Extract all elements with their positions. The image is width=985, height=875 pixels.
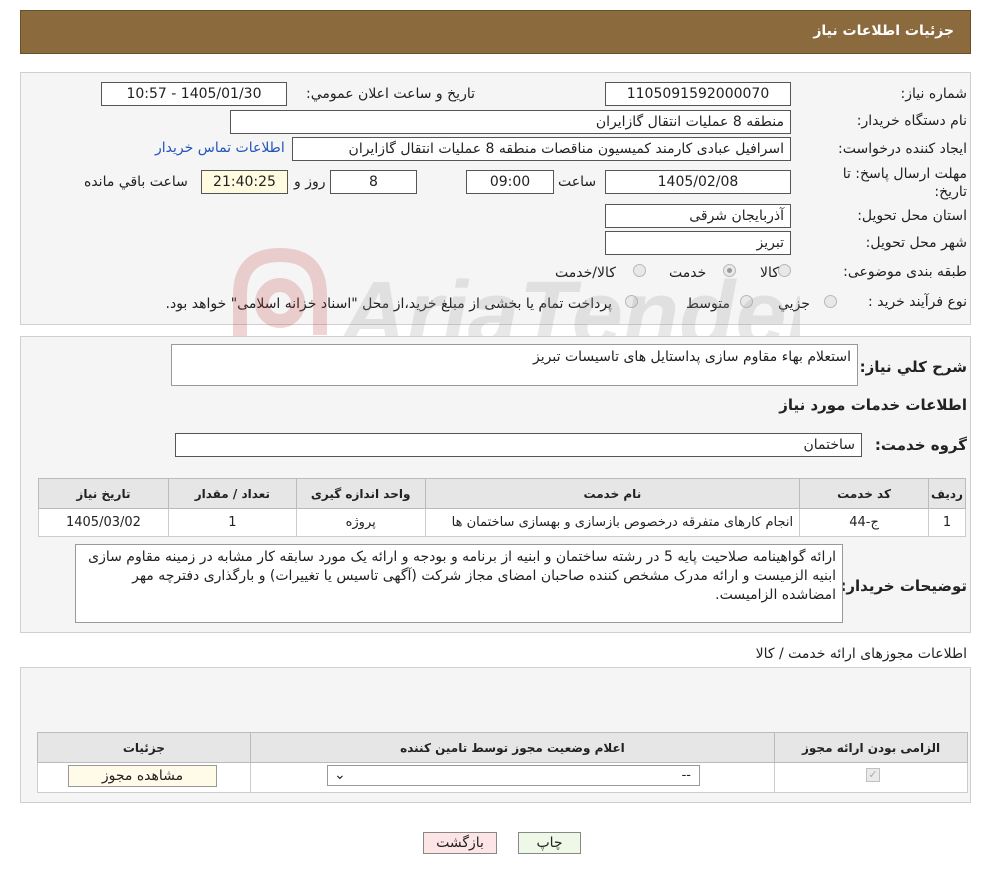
days-field: 8 <box>330 170 417 194</box>
category-radio-goods[interactable] <box>778 264 791 277</box>
creator-field: اسرافيل عبادی کارمند کمیسیون مناقصات منط… <box>292 137 791 161</box>
remaining-time-label: ساعت باقي مانده <box>84 174 188 190</box>
category-option-goods: کالا <box>760 265 779 281</box>
buyer-notes-text: ارائه گواهینامه صلاحیت پایه 5 در رشته سا… <box>88 549 836 603</box>
permit-status-select[interactable]: ⌄ -- <box>327 765 700 786</box>
need-number-label: شماره نیاز: <box>900 86 968 102</box>
summary-label: شرح کلي نياز: <box>859 358 967 376</box>
buyer-notes-textarea[interactable]: ارائه گواهینامه صلاحیت پایه 5 در رشته سا… <box>75 544 843 623</box>
cell-need-date: 1405/03/02 <box>38 508 169 537</box>
header-row: رديف <box>927 478 967 509</box>
services-table: تاريخ نياز تعداد / مقدار واحد اندازه گير… <box>38 478 967 537</box>
category-option-goods-service: کالا/خدمت <box>555 265 616 281</box>
category-option-service: خدمت <box>669 265 707 281</box>
permit-status-value: -- <box>681 768 691 783</box>
days-label: روز و <box>294 174 326 190</box>
page-header: جزئیات اطلاعات نیاز <box>20 10 971 54</box>
header-unit: واحد اندازه گيری <box>295 478 426 509</box>
remaining-time-field: 21:40:25 <box>201 170 288 194</box>
process-radio-minor[interactable] <box>824 295 837 308</box>
category-radio-goods-service[interactable] <box>633 264 646 277</box>
permit-required-checkbox[interactable]: ✓ <box>866 768 880 782</box>
header-permit-required: الزامی بودن ارائه مجوز <box>774 732 968 763</box>
province-label: استان محل تحويل: <box>857 208 967 224</box>
category-radio-service[interactable] <box>723 264 736 277</box>
buyer-notes-label: توضيحات خريدار: <box>840 577 967 595</box>
process-option-minor: جزيي <box>778 296 810 312</box>
page-title: جزئیات اطلاعات نیاز <box>813 23 954 39</box>
cell-service-name: انجام کارهای متفرقه درخصوص بازسازی و بهس… <box>424 508 801 537</box>
summary-text: استعلام بهاء مقاوم سازی پداستایل های تاس… <box>533 349 851 365</box>
header-service-code: کد خدمت <box>799 478 929 509</box>
view-permit-button[interactable]: مشاهده مجوز <box>68 765 217 787</box>
chevron-down-icon: ⌄ <box>334 767 346 783</box>
header-need-date: تاريخ نياز <box>38 478 169 509</box>
cell-quantity: 1 <box>167 508 297 537</box>
summary-textarea[interactable]: استعلام بهاء مقاوم سازی پداستایل های تاس… <box>171 344 858 386</box>
service-group-field: ساختمان <box>175 433 862 457</box>
cell-service-code: ج-44 <box>799 508 929 537</box>
treasury-payment-note: پرداخت تمام یا بخشی از مبلغ خرید،از محل … <box>165 296 612 312</box>
deadline-time-label: ساعت <box>558 174 597 190</box>
process-type-label: نوع فرآيند خريد : <box>868 294 967 310</box>
services-heading: اطلاعات خدمات مورد نياز <box>779 396 967 414</box>
cell-unit: پروژه <box>295 508 426 537</box>
header-details: جزئیات <box>37 732 251 763</box>
header-quantity: تعداد / مقدار <box>167 478 297 509</box>
print-button[interactable]: چاپ <box>518 832 581 854</box>
announce-date-field: 1405/01/30 - 10:57 <box>101 82 287 106</box>
service-group-label: گروه خدمت: <box>874 436 967 454</box>
permits-heading: اطلاعات مجوزهای ارائه خدمت / کالا <box>755 646 967 662</box>
deadline-date-field: 1405/02/08 <box>605 170 791 194</box>
city-field: تبریز <box>605 231 791 255</box>
creator-label: ايجاد کننده درخواست: <box>838 141 967 157</box>
treasury-radio[interactable] <box>625 295 638 308</box>
announce-date-label: تاریخ و ساعت اعلان عمومي: <box>306 86 475 102</box>
process-radio-medium[interactable] <box>740 295 753 308</box>
header-service-name: نام خدمت <box>424 478 801 509</box>
need-number-field: 1105091592000070 <box>605 82 791 106</box>
buyer-contact-link[interactable]: اطلاعات تماس خریدار <box>155 140 285 156</box>
deadline-time-field: 09:00 <box>466 170 554 194</box>
back-button[interactable]: بازگشت <box>423 832 497 854</box>
header-permit-status: اعلام وضعیت مجوز توسط تامین کننده <box>249 732 776 763</box>
buyer-label: نام دستگاه خريدار: <box>856 113 967 129</box>
table-row: 1405/03/02 1 پروژه انجام کارهای متفرقه د… <box>38 508 967 537</box>
process-option-medium: متوسط <box>686 296 730 312</box>
category-label: طبقه بندی موضوعی: <box>843 264 967 280</box>
city-label: شهر محل تحويل: <box>865 235 967 251</box>
deadline-label: مهلت ارسال پاسخ: تا تاريخ: <box>842 166 967 200</box>
buyer-field: منطقه 8 عمليات انتقال گازايران <box>230 110 791 134</box>
cell-row: 1 <box>927 508 967 537</box>
province-field: آذربايجان شرقی <box>605 204 791 228</box>
